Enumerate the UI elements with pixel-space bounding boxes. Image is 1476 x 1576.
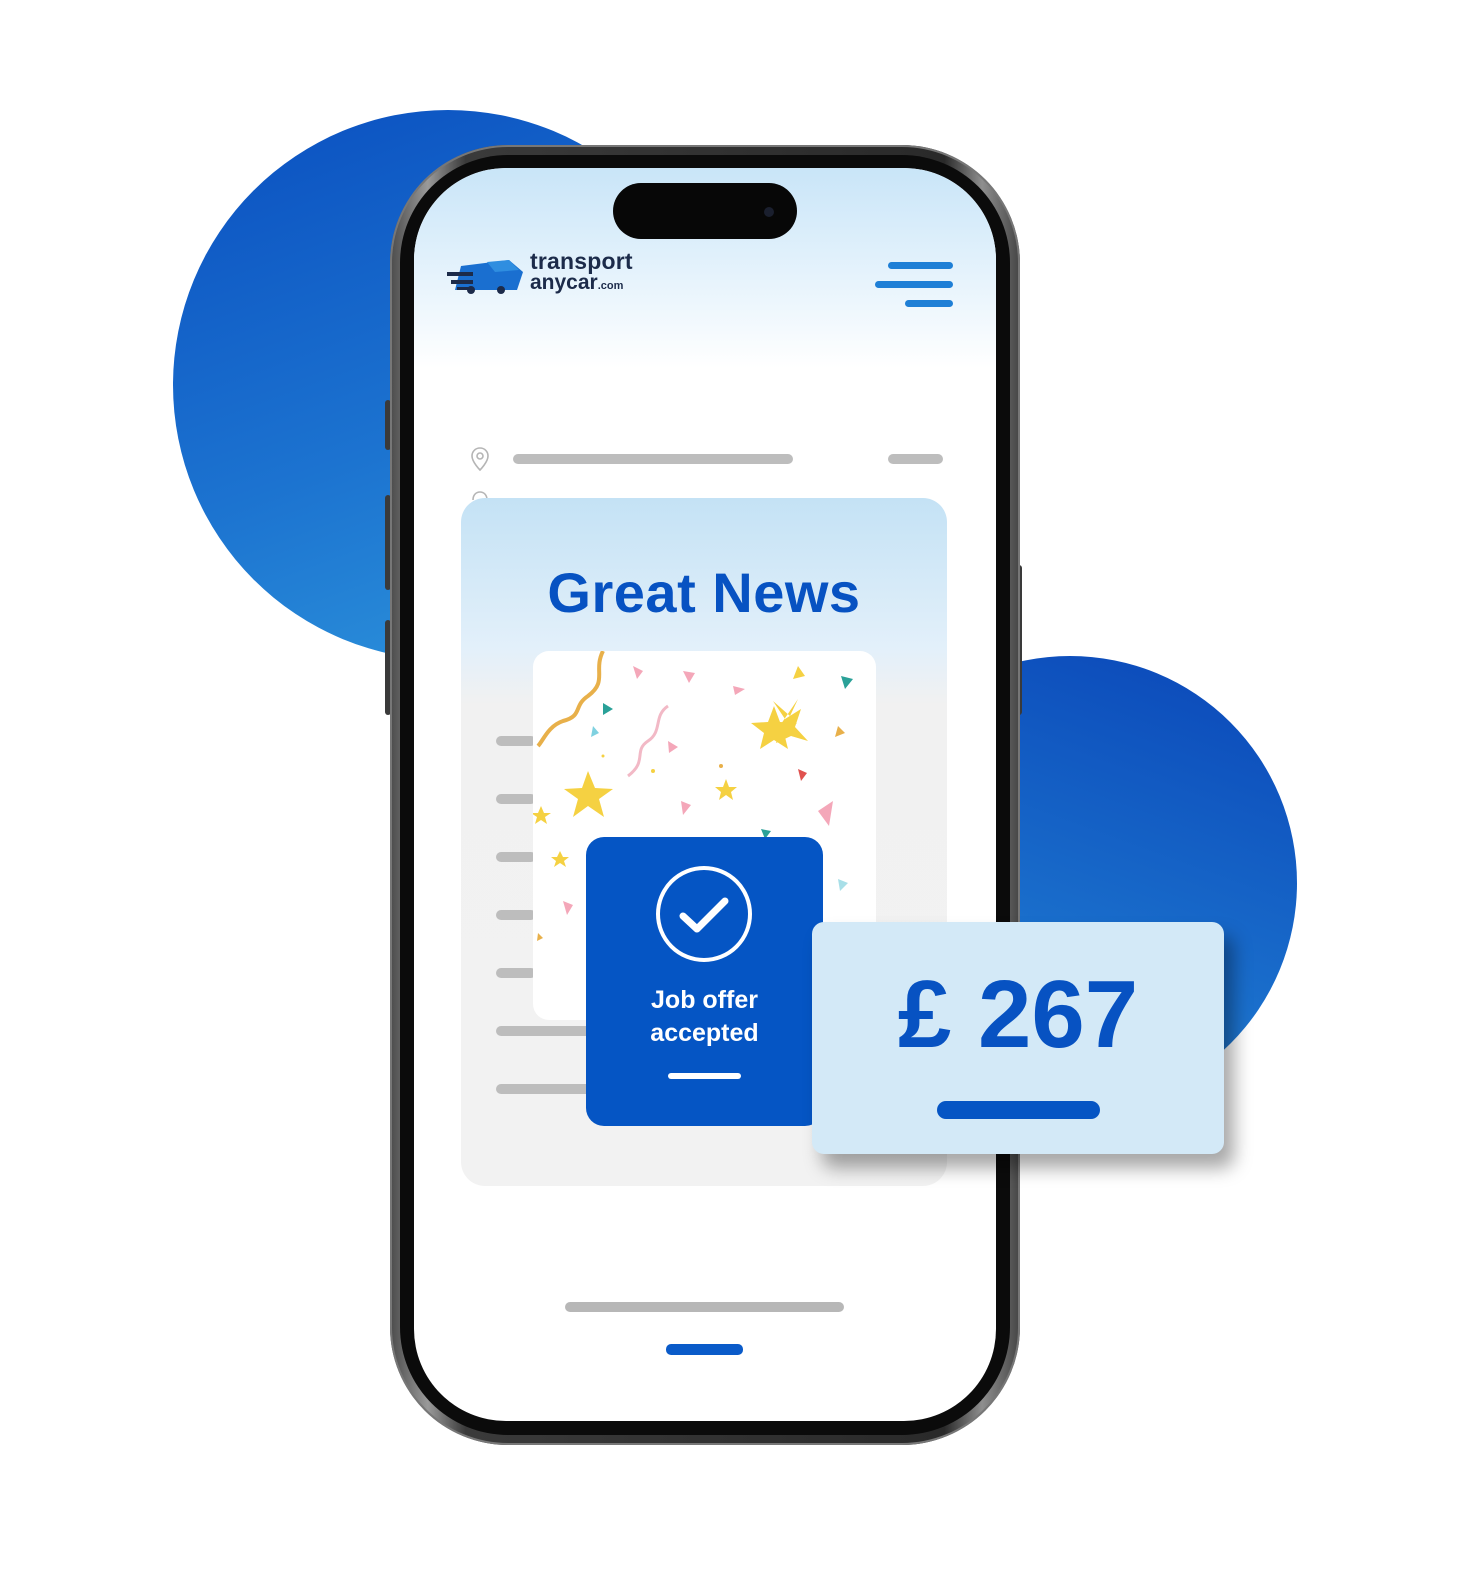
pickup-address-placeholder	[513, 454, 793, 464]
logo-word-transport: transport	[530, 248, 633, 274]
menu-line-3	[905, 300, 953, 307]
check-circle-icon	[656, 866, 752, 962]
card-title: Great News	[547, 561, 861, 624]
pickup-value-placeholder	[888, 454, 943, 464]
menu-line-1	[888, 262, 953, 269]
price-amount: £ 267	[897, 961, 1139, 1068]
list-placeholder-2	[496, 794, 536, 804]
job-status-line1: Job offer	[651, 986, 758, 1014]
price-underline	[937, 1101, 1100, 1119]
logo-suffix: .com	[597, 280, 624, 292]
job-card-underline	[668, 1073, 741, 1079]
location-pin-icon	[471, 447, 489, 472]
home-indicator[interactable]	[666, 1344, 743, 1355]
camera-icon	[764, 207, 774, 217]
hamburger-menu-icon[interactable]	[875, 262, 953, 308]
logo-word-anycar: anycar.com	[530, 272, 633, 297]
job-status-label: Job offer accepted	[586, 984, 823, 1050]
list-placeholder-7	[496, 1084, 591, 1094]
logo-anycar-text: anycar	[530, 271, 598, 294]
list-placeholder-3	[496, 852, 536, 862]
truck-logo-icon	[447, 260, 523, 294]
job-status-line2: accepted	[650, 1019, 759, 1047]
menu-line-2	[875, 281, 953, 288]
list-placeholder-4	[496, 910, 536, 920]
list-placeholder-5	[496, 968, 536, 978]
brand-logo[interactable]: transport anycar.com	[530, 250, 633, 297]
list-placeholder-6	[496, 1026, 591, 1036]
bottom-placeholder-bar	[565, 1302, 844, 1312]
list-placeholder-1	[496, 736, 536, 746]
